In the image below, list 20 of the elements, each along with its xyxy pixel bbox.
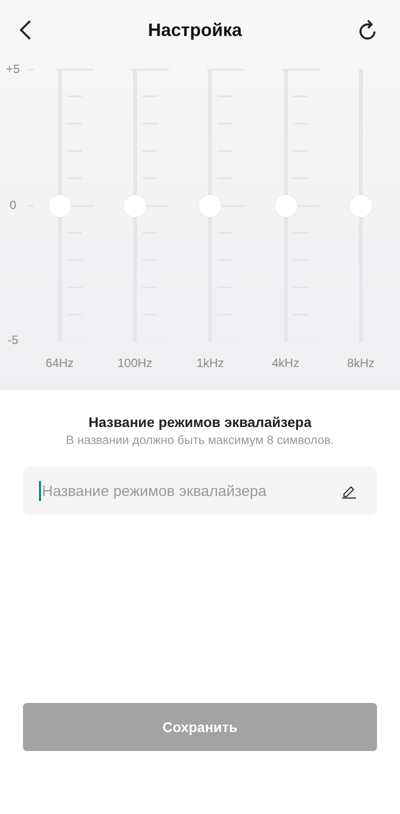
name-input-field[interactable]: Название режимов эквалайзера (23, 467, 377, 515)
page-title: Настройка (148, 20, 242, 40)
scale-label: 0 (10, 198, 16, 212)
slider-thumb[interactable] (350, 194, 372, 216)
hint-text: В названии должно быть максимум 8 символов. (65, 433, 335, 447)
scale-label: -5 (8, 333, 18, 347)
text-cursor (39, 481, 41, 501)
slider-thumb[interactable] (124, 194, 146, 216)
frequency-label: 4kHz (272, 356, 300, 370)
slider-thumb[interactable] (199, 194, 222, 216)
frequency-label: 8kHz (347, 356, 374, 370)
slider-thumb[interactable] (274, 194, 297, 216)
frequency-label: 64Hz (46, 356, 74, 370)
refresh-icon (358, 19, 378, 41)
section-title: Название режимов эквалайзера (87, 414, 313, 430)
frequency-label: 100Hz (118, 356, 152, 370)
slider-thumb[interactable] (48, 194, 71, 216)
chevron-left-icon (18, 19, 32, 41)
scale-label: +5 (6, 62, 20, 76)
frequency-label: 1kHz (196, 356, 224, 370)
